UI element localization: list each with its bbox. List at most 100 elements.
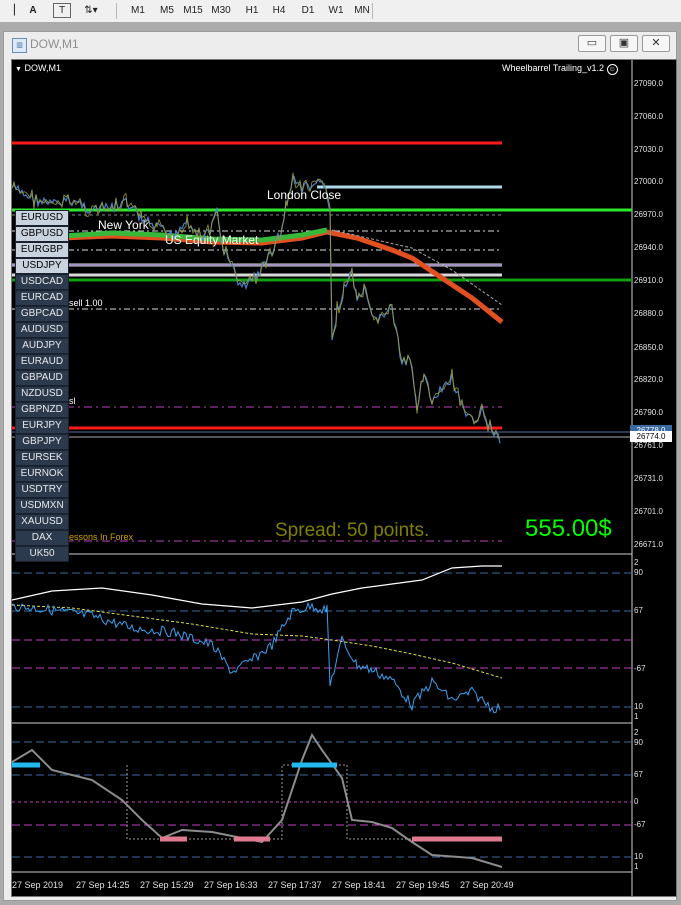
time-tick-label: 27 Sep 16:33 xyxy=(204,880,258,890)
price-tick-label: 26671.0 xyxy=(634,540,663,549)
osc2-tick-label: 90 xyxy=(634,738,643,747)
time-tick-label: 27 Sep 2019 xyxy=(12,880,64,890)
timeframe-d1[interactable]: D1 xyxy=(296,2,320,19)
symbol-button-gbpnzd[interactable]: GBPNZD xyxy=(15,402,69,418)
chart-symbol-label: ▼ DOW,M1 xyxy=(15,63,61,73)
indicator-label: Wheelbarrel Trailing_v1.2 ☺ xyxy=(502,63,618,75)
new-york-label: New York xyxy=(98,218,149,232)
osc2-tick-label: 2 xyxy=(634,728,639,737)
symbol-button-audusd[interactable]: AUDUSD xyxy=(15,322,69,338)
time-tick-label: 27 Sep 17:37 xyxy=(268,880,322,890)
price-tick-label: 26940.0 xyxy=(634,243,663,252)
price-chart[interactable]: ▼ DOW,M1 Wheelbarrel Trailing_v1.2 ☺ Lon… xyxy=(11,59,677,897)
symbol-button-gbpjpy[interactable]: GBPJPY xyxy=(15,434,69,450)
timeframe-m15[interactable]: M15 xyxy=(181,2,205,19)
toolbar-separator xyxy=(116,3,117,19)
timeframe-m30[interactable]: M30 xyxy=(209,2,233,19)
timeframe-h1[interactable]: H1 xyxy=(240,2,264,19)
watermark-label: Lessons In Forex xyxy=(64,532,134,542)
text-label-tool-button[interactable]: T xyxy=(53,3,71,18)
symbol-button-eurcad[interactable]: EURCAD xyxy=(15,290,69,306)
price-tick-label: 26731.0 xyxy=(634,474,663,483)
osc2-tick-label: 0 xyxy=(634,797,639,806)
time-tick-label: 27 Sep 15:29 xyxy=(140,880,194,890)
osc1-tick-label: 1 xyxy=(634,712,639,721)
minimize-button[interactable]: ▭ xyxy=(578,35,606,52)
price-series xyxy=(12,175,501,444)
chart-window-title: DOW,M1 xyxy=(30,37,79,51)
osc1-upper-band xyxy=(12,565,502,609)
symbol-button-eurjpy[interactable]: EURJPY xyxy=(15,418,69,434)
osc1-series xyxy=(12,601,501,714)
symbol-button-eurgbp[interactable]: EURGBP xyxy=(15,242,69,258)
price-tick-label: 26790.0 xyxy=(634,408,663,417)
chart-window-icon: ▥ xyxy=(12,38,27,53)
smiley-icon[interactable]: ☺ xyxy=(606,64,618,75)
symbol-button-usdjpy[interactable]: USDJPY xyxy=(15,258,69,274)
time-tick-label: 27 Sep 14:25 xyxy=(76,880,130,890)
symbol-button-eurnok[interactable]: EURNOK xyxy=(15,466,69,482)
toolbar-left-tool[interactable]: ▕ xyxy=(3,2,19,19)
timeframe-mn[interactable]: MN xyxy=(350,2,374,19)
osc2-tick-label: 10 xyxy=(634,852,643,861)
us-equity-label: US Equity Market xyxy=(165,233,259,247)
arrow-tool-button[interactable]: ⇅▾ xyxy=(80,2,102,19)
timeframe-m5[interactable]: M5 xyxy=(155,2,179,19)
time-tick-label: 27 Sep 18:41 xyxy=(332,880,386,890)
time-tick-label: 27 Sep 20:49 xyxy=(460,880,514,890)
symbol-button-usdcad[interactable]: USDCAD xyxy=(15,274,69,290)
symbol-button-eurusd[interactable]: EURUSD xyxy=(15,210,69,226)
symbol-button-euraud[interactable]: EURAUD xyxy=(15,354,69,370)
restore-button[interactable]: ▣ xyxy=(610,35,638,52)
timeframe-m1[interactable]: M1 xyxy=(126,2,150,19)
spread-label: Spread: 50 points. xyxy=(275,520,430,541)
symbol-button-xauusd[interactable]: XAUUSD xyxy=(15,514,69,530)
price-tick-label: 26970.0 xyxy=(634,210,663,219)
osc2-tick-label: 67 xyxy=(634,770,643,779)
osc1-signal xyxy=(12,604,503,679)
london-close-label: London Close xyxy=(267,188,342,202)
price-tick-label: 26850.0 xyxy=(634,343,663,352)
symbol-button-audjpy[interactable]: AUDJPY xyxy=(15,338,69,354)
osc2-series xyxy=(12,732,503,868)
symbol-button-gbpaud[interactable]: GBPAUD xyxy=(15,370,69,386)
time-tick-label: 27 Sep 19:45 xyxy=(396,880,450,890)
osc1-tick-label: 10 xyxy=(634,702,643,711)
symbol-button-nzdusd[interactable]: NZDUSD xyxy=(15,386,69,402)
price-tick-label: 27090.0 xyxy=(634,79,663,88)
osc1-tick-label: 67 xyxy=(634,606,643,615)
symbol-button-dax[interactable]: DAX xyxy=(15,530,69,546)
text-tool-button[interactable]: A xyxy=(25,2,41,19)
symbol-button-usdmxn[interactable]: USDMXN xyxy=(15,498,69,514)
osc2-tick-label: 1 xyxy=(634,862,639,871)
price-tick-label: 26701.0 xyxy=(634,507,663,516)
symbol-button-usdtry[interactable]: USDTRY xyxy=(15,482,69,498)
price-tick-label: 26910.0 xyxy=(634,276,663,285)
price-tick-label: 27000.0 xyxy=(634,177,663,186)
price-tick-label: 27030.0 xyxy=(634,145,663,154)
chart-canvas xyxy=(12,60,633,896)
symbol-button-gbpcad[interactable]: GBPCAD xyxy=(15,306,69,322)
osc2-tick-label: -67 xyxy=(634,820,646,829)
timeframe-w1[interactable]: W1 xyxy=(324,2,348,19)
toolbar-separator xyxy=(372,3,373,19)
price-tick-label: 27060.0 xyxy=(634,112,663,121)
trail-envelope xyxy=(331,229,503,306)
osc1-tick-label: -67 xyxy=(634,664,646,673)
price-tick-label: 26880.0 xyxy=(634,309,663,318)
osc1-tick-label: 90 xyxy=(634,568,643,577)
toolbar: ▕ A T ⇅▾ M1 M5 M15 M30 H1 H4 D1 W1 MN xyxy=(0,0,681,23)
stop-loss-label[interactable]: sl xyxy=(69,396,76,406)
osc1-tick-label: 2 xyxy=(634,558,639,567)
current-price-box: 26774.0 xyxy=(630,431,672,442)
profit-label: 555.00$ xyxy=(525,515,612,542)
sell-order-label[interactable]: sell 1.00 xyxy=(69,298,103,308)
price-tick-label: 26761.0 xyxy=(634,441,663,450)
chart-arrow-icon: ▼ xyxy=(15,66,22,73)
close-button[interactable]: ✕ xyxy=(642,35,670,52)
timeframe-h4[interactable]: H4 xyxy=(267,2,291,19)
price-tick-label: 26820.0 xyxy=(634,375,663,384)
symbol-button-eursek[interactable]: EURSEK xyxy=(15,450,69,466)
symbol-button-gbpusd[interactable]: GBPUSD xyxy=(15,226,69,242)
symbol-button-uk50[interactable]: UK50 xyxy=(15,546,69,562)
